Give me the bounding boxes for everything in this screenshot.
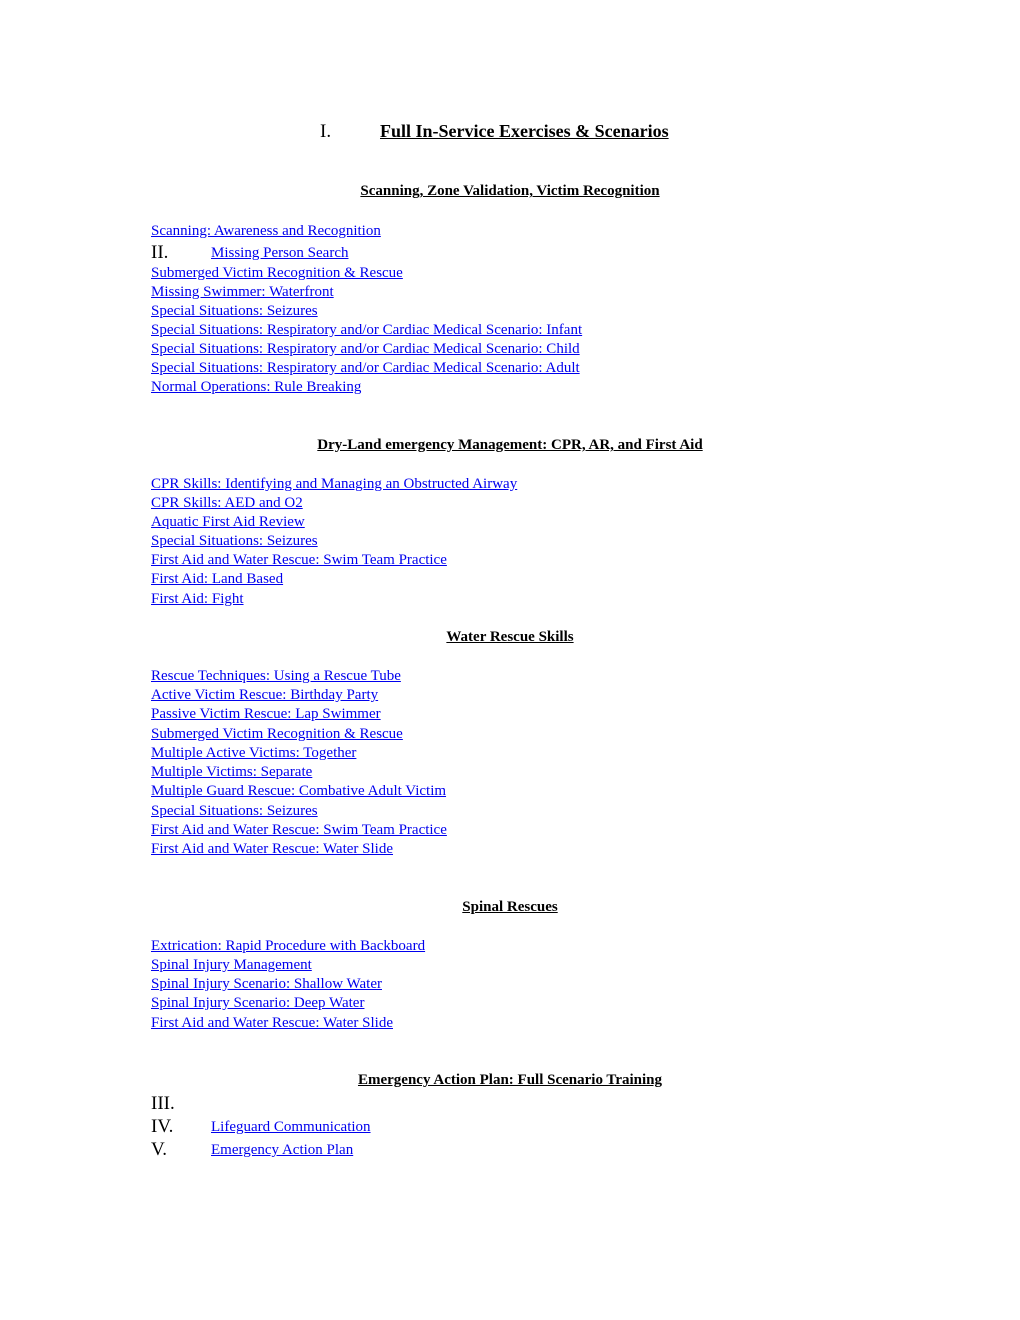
link-lifeguard-communication[interactable]: Lifeguard Communication — [211, 1118, 371, 1137]
link-lap-swimmer[interactable]: Passive Victim Rescue: Lap Swimmer — [151, 705, 381, 724]
link-aed-o2[interactable]: CPR Skills: AED and O2 — [151, 494, 303, 513]
link-extrication-backboard[interactable]: Extrication: Rapid Procedure with Backbo… — [151, 937, 425, 956]
link-submerged-victim[interactable]: Submerged Victim Recognition & Rescue — [151, 264, 403, 283]
title-number: I. — [320, 121, 332, 142]
link-medical-child[interactable]: Special Situations: Respiratory and/or C… — [151, 340, 580, 359]
section-heading-water-rescue: Water Rescue Skills — [446, 629, 574, 645]
link-multiple-together[interactable]: Multiple Active Victims: Together — [151, 744, 356, 763]
link-submerged-victim[interactable]: Submerged Victim Recognition & Rescue — [151, 725, 403, 744]
link-first-aid-land[interactable]: First Aid: Land Based — [151, 570, 283, 589]
link-emergency-action-plan[interactable]: Emergency Action Plan — [211, 1141, 353, 1160]
section-heading-dry-land: Dry-Land emergency Management: CPR, AR, … — [317, 437, 703, 453]
page-title: Full In-Service Exercises & Scenarios — [380, 121, 669, 141]
link-missing-swimmer-waterfront[interactable]: Missing Swimmer: Waterfront — [151, 283, 334, 302]
link-first-aid-fight[interactable]: First Aid: Fight — [151, 590, 244, 609]
link-medical-adult[interactable]: Special Situations: Respiratory and/or C… — [151, 359, 580, 378]
list-marker-iv: IV. — [151, 1116, 174, 1137]
link-rescue-tube[interactable]: Rescue Techniques: Using a Rescue Tube — [151, 667, 401, 686]
section-heading-scanning: Scanning, Zone Validation, Victim Recogn… — [360, 183, 660, 199]
link-obstructed-airway[interactable]: CPR Skills: Identifying and Managing an … — [151, 475, 517, 494]
link-missing-person-search[interactable]: Missing Person Search — [211, 244, 349, 263]
link-seizures[interactable]: Special Situations: Seizures — [151, 532, 318, 551]
link-water-slide[interactable]: First Aid and Water Rescue: Water Slide — [151, 1014, 393, 1033]
link-spinal-management[interactable]: Spinal Injury Management — [151, 956, 312, 975]
list-marker-v: V. — [151, 1139, 168, 1160]
list-marker-iii: III. — [151, 1093, 175, 1114]
link-multiple-separate[interactable]: Multiple Victims: Separate — [151, 763, 312, 782]
link-swim-team-practice[interactable]: First Aid and Water Rescue: Swim Team Pr… — [151, 551, 447, 570]
link-seizures[interactable]: Special Situations: Seizures — [151, 802, 318, 821]
link-combative-adult[interactable]: Multiple Guard Rescue: Combative Adult V… — [151, 782, 446, 801]
section-heading-spinal: Spinal Rescues — [462, 899, 558, 915]
link-seizures[interactable]: Special Situations: Seizures — [151, 302, 318, 321]
link-birthday-party[interactable]: Active Victim Rescue: Birthday Party — [151, 686, 378, 705]
link-aquatic-first-aid[interactable]: Aquatic First Aid Review — [151, 513, 305, 532]
section-heading-eap: Emergency Action Plan: Full Scenario Tra… — [357, 1072, 663, 1088]
link-scanning-awareness[interactable]: Scanning: Awareness and Recognition — [151, 222, 381, 241]
link-water-slide[interactable]: First Aid and Water Rescue: Water Slide — [151, 840, 393, 859]
link-medical-infant[interactable]: Special Situations: Respiratory and/or C… — [151, 321, 582, 340]
link-spinal-shallow[interactable]: Spinal Injury Scenario: Shallow Water — [151, 975, 382, 994]
link-swim-team-practice[interactable]: First Aid and Water Rescue: Swim Team Pr… — [151, 821, 447, 840]
list-marker-ii: II. — [151, 242, 169, 263]
link-spinal-deep[interactable]: Spinal Injury Scenario: Deep Water — [151, 994, 364, 1013]
link-rule-breaking[interactable]: Normal Operations: Rule Breaking — [151, 378, 361, 397]
